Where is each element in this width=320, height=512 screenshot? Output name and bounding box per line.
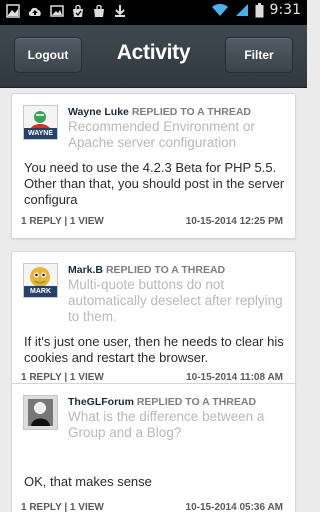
photo-icon (6, 4, 20, 18)
avatar[interactable] (23, 395, 58, 430)
wifi-icon (211, 4, 228, 16)
username-link[interactable]: Wayne Luke (68, 106, 129, 118)
activity-action: REPLIED TO A THREAD (136, 396, 257, 408)
post-excerpt: You need to use the 4.2.3 Beta for PHP 5… (24, 160, 285, 207)
filter-button[interactable]: Filter (225, 37, 293, 73)
thread-title-link[interactable]: What is the difference between a Group a… (68, 409, 290, 441)
activity-header: TheGLForum REPLIED TO A THREAD (68, 396, 256, 408)
download-icon (115, 5, 125, 17)
system-icons: 9:31 (211, 2, 301, 18)
post-excerpt: If it's just one user, then he needs to … (24, 334, 284, 365)
user-avatar-icon (24, 396, 57, 429)
activity-feed[interactable]: WAYNE Wayne Luke REPLIED TO A THREAD Rec… (0, 89, 307, 512)
cloud-upload-icon (28, 7, 41, 17)
username-link[interactable]: TheGLForum (68, 396, 134, 408)
username-link[interactable]: Mark.B (68, 264, 103, 276)
activity-action: REPLIED TO A THREAD (131, 106, 252, 118)
avatar[interactable]: WAYNE (23, 105, 58, 140)
avatar[interactable]: MARK (23, 263, 58, 298)
activity-header: Mark.B REPLIED TO A THREAD (68, 264, 225, 276)
activity-card[interactable]: MARK Mark.B REPLIED TO A THREAD Multi-qu… (11, 251, 296, 391)
image-icon (50, 5, 64, 17)
post-date: 10-15-2014 11:08 AM (186, 372, 283, 383)
signal-icon (235, 4, 248, 16)
activity-card[interactable]: TheGLForum REPLIED TO A THREAD What is t… (11, 383, 296, 512)
post-excerpt: OK, that makes sense (24, 474, 152, 489)
thread-title-link[interactable]: Recommended Environment or Apache server… (68, 119, 290, 151)
reply-view-count: 1 REPLY | 1 VIEW (21, 372, 104, 383)
shopping-bag-icon (94, 4, 104, 17)
battery-icon (255, 2, 264, 17)
app-header: Logout Activity Filter (0, 25, 307, 88)
post-date: 10-15-2014 05:36 AM (185, 502, 283, 512)
activity-header: Wayne Luke REPLIED TO A THREAD (68, 106, 251, 118)
activity-action: REPLIED TO A THREAD (105, 264, 226, 276)
status-bar: 9:31 (0, 0, 307, 25)
activity-card[interactable]: WAYNE Wayne Luke REPLIED TO A THREAD Rec… (11, 93, 296, 239)
notification-icons (6, 4, 127, 18)
reply-view-count: 1 REPLY | 1 VIEW (21, 216, 104, 227)
thread-title-link[interactable]: Multi-quote buttons do not automatically… (68, 277, 290, 325)
clock: 9:31 (269, 2, 301, 18)
reply-view-count: 1 REPLY | 1 VIEW (21, 502, 104, 512)
avatar-badge: MARK (24, 286, 57, 297)
bag-icon (73, 4, 83, 17)
post-date: 10-15-2014 12:25 PM (185, 216, 283, 227)
avatar-badge: WAYNE (24, 128, 57, 139)
